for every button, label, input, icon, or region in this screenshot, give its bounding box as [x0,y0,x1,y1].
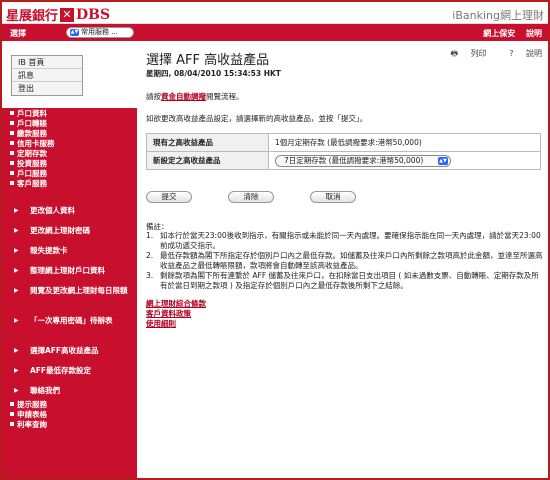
arrow-right-icon: ▶ [14,347,19,354]
new-product-select[interactable]: 7日定期存款 (最低調撥要求:港幣50,000) ▲▼ [275,154,451,167]
terms-of-use-link[interactable]: 使用細則 [146,319,206,329]
ibanking-title: iBanking網上理財 [452,9,544,22]
remark-item: 3. 剩餘款項為閣下所有連繫於 AFF 儲蓄及往來戶口，在扣除當日支出項目 ( … [146,271,539,290]
instruction-line: 請按資金自動調撥閱覽流程。 [146,92,244,101]
logo-dbs-text: DBS [76,6,111,23]
bullet-icon [10,121,14,125]
terms-link[interactable]: 網上理財綜合條款 [146,299,206,309]
sidebar-sub-select-aff[interactable]: ▶ 選擇AFF高收益產品 [14,346,132,356]
sidebar-sub-aff-min-deposit[interactable]: ▶ AFF最低存款設定 [14,366,132,376]
bullet-icon [10,181,14,185]
sidebar-logout[interactable]: 登出 [12,82,82,95]
bullet-icon [10,111,14,115]
remark-item: 2. 最低存款額為閣下所指定存於個別戶口內之最低存款。如儲蓄及往來戶口內所剩餘之… [146,251,543,270]
logo-chinese-name: 星展銀行 [6,9,59,24]
sidebar-item-credit-card[interactable]: 信用卡服務 [10,139,55,148]
bullet-icon [10,151,14,155]
sidebar-sub-daily-limit[interactable]: ▶ 閱覽及更改網上理財每日限額 [14,286,132,296]
sidebar-item-investment[interactable]: 投資服務 [10,159,47,168]
sidebar-item-alerts[interactable]: 提示服務 [10,400,47,409]
quick-select-label: 選擇 [10,29,26,38]
cancel-button[interactable]: 取消 [310,191,356,203]
sidebar-sub-contact-us[interactable]: ▶ 聯絡我們 [14,386,132,396]
bullet-icon [10,131,14,135]
quick-services-dropdown[interactable]: ▲▼ 常用服務 ... [66,27,134,38]
dbs-logo[interactable]: 星展銀行 ✕ DBS [6,5,111,25]
current-product-value: 1個月定期存款 (最低調撥要求:港幣50,000) [268,133,541,152]
current-product-label: 現有之高收益產品 [146,133,269,152]
sidebar-sub-change-password[interactable]: ▶ 更改網上理財密碼 [14,226,132,236]
sidebar-menu: 戶口資料 戶口轉賬 繳款服務 信用卡服務 定期存款 投資服務 戶口服務 客戶服務… [2,108,137,478]
help-link[interactable]: 說明 [526,29,542,38]
top-navbar: 選擇 ▲▼ 常用服務 ... 網上保安 說明 [2,24,548,41]
dropdown-arrows-icon: ▲▼ [70,29,79,36]
sidebar-item-rates[interactable]: 利率查詢 [10,420,47,429]
sidebar-messages[interactable]: 訊息 [12,69,82,82]
dbs-x-icon: ✕ [60,7,75,22]
sidebar-ib-home[interactable]: IB 首頁 [12,56,82,69]
table-row: 新設定之高收益產品 7日定期存款 (最低調撥要求:港幣50,000) ▲▼ [146,151,541,170]
new-product-value: 7日定期存款 (最低調撥要求:港幣50,000) [284,155,424,165]
arrow-right-icon: ▶ [14,387,19,394]
page-tools: 🖶 列印 ? 說明 [431,48,542,62]
aff-product-table: 現有之高收益產品 1個月定期存款 (最低調撥要求:港幣50,000) 新設定之高… [146,133,541,170]
sidebar-quick-links: IB 首頁 訊息 登出 [11,55,83,96]
sidebar-sub-organize-accounts[interactable]: ▶ 整理網上理財戶口資料 [14,266,132,276]
quick-services-value: 常用服務 ... [81,28,118,36]
bullet-icon [10,402,14,406]
bullet-icon [10,161,14,165]
arrow-right-icon: ▶ [14,227,19,234]
sidebar-item-transfer[interactable]: 戶口轉賬 [10,119,47,128]
sidebar-sub-report-card-lost[interactable]: ▶ 報失提款卡 [14,246,132,256]
page-timestamp: 星期四, 08/04/2010 15:34:53 HKT [146,69,281,78]
help-button[interactable]: ? 說明 [499,49,542,58]
arrow-right-icon: ▶ [14,317,19,324]
change-instruction: 如欲更改高收益產品設定，請選擇新的高收益產品，並按「提交」。 [146,114,368,123]
footer-links: 網上理財綜合條款 客戶資料政策 使用細則 [146,299,206,329]
remark-item: 1. 如本行於當天23:00後收到指示，有關指示或未能於同一天內處理。要確保指示… [146,231,541,250]
arrow-right-icon: ▶ [14,367,19,374]
arrow-right-icon: ▶ [14,267,19,274]
privacy-policy-link[interactable]: 客戶資料政策 [146,309,206,319]
security-link[interactable]: 網上保安 [483,29,515,38]
print-button[interactable]: 🖶 列印 [441,49,487,58]
sidebar-sub-otp-pending[interactable]: ▶ 「一次專用密碼」待辦表 [14,316,132,326]
bullet-icon [10,171,14,175]
help-icon: ? [509,49,514,58]
sidebar-item-account-services[interactable]: 戶口服務 [10,169,47,178]
sidebar: IB 首頁 訊息 登出 戶口資料 戶口轉賬 繳款服務 信用卡服務 定期存款 投資… [2,41,137,478]
navbar-right-links: 網上保安 說明 [475,28,542,39]
submit-button[interactable]: 提交 [146,191,192,203]
sidebar-item-payment[interactable]: 繳款服務 [10,129,47,138]
new-product-label: 新設定之高收益產品 [146,151,269,170]
sidebar-item-account-info[interactable]: 戶口資料 [10,109,47,118]
sidebar-item-customer-services[interactable]: 客戶服務 [10,179,47,188]
top-header: 星展銀行 ✕ DBS iBanking網上理財 [2,2,548,24]
page-title: 選擇 AFF 高收益產品 [146,53,270,68]
printer-icon: 🖶 [450,49,459,58]
auto-sweep-link[interactable]: 資金自動調撥 [161,92,206,101]
arrow-right-icon: ▶ [14,247,19,254]
bullet-icon [10,141,14,145]
dropdown-arrows-icon: ▲▼ [438,156,448,165]
bullet-icon [10,412,14,416]
arrow-right-icon: ▶ [14,287,19,294]
arrow-right-icon: ▶ [14,207,19,214]
sidebar-item-forms[interactable]: 申請表格 [10,410,47,419]
sidebar-sub-change-profile[interactable]: ▶ 更改個人資料 [14,206,132,216]
table-row: 現有之高收益產品 1個月定期存款 (最低調撥要求:港幣50,000) [146,133,541,152]
clear-button[interactable]: 清除 [228,191,274,203]
sidebar-item-time-deposit[interactable]: 定期存款 [10,149,47,158]
bullet-icon [10,422,14,426]
main-content: 🖶 列印 ? 說明 選擇 AFF 高收益產品 星期四, 08/04/2010 1… [137,41,548,478]
